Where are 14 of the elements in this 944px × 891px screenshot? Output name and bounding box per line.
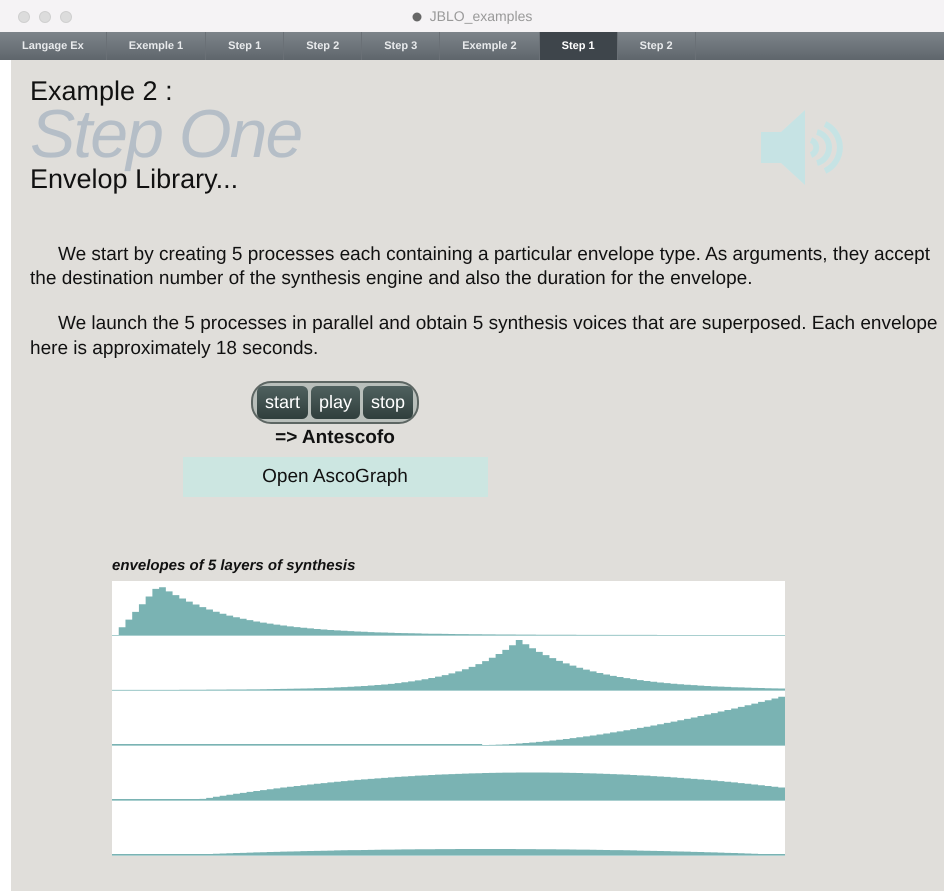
tab[interactable]: Step 1 [540,32,618,60]
close-button[interactable] [18,11,30,23]
description-paragraph: We launch the 5 processes in parallel and obtain 5 synthesis voices that are superposed. Each envelope here is approximately 18 seconds. [30,312,938,361]
zoom-button[interactable] [60,11,72,23]
antescofo-caption: => Antescofo [275,426,395,450]
transport-button[interactable]: play [310,386,360,420]
window-title: JBLO_examples [430,6,532,26]
transport-button[interactable]: stop [363,386,414,420]
transport-button[interactable]: start [256,386,308,420]
envelopes-title: envelopes of 5 layers of synthesis [112,556,356,576]
minimize-button[interactable] [39,11,51,23]
description-paragraph: We start by creating 5 processes each containing a particular envelope type. As arguments, they accept the destination number of the synthesis engine and also the duration for the envelope. [30,242,932,292]
document-icon [412,10,422,22]
open-ascograph-button[interactable]: Open AscoGraph [182,456,488,497]
